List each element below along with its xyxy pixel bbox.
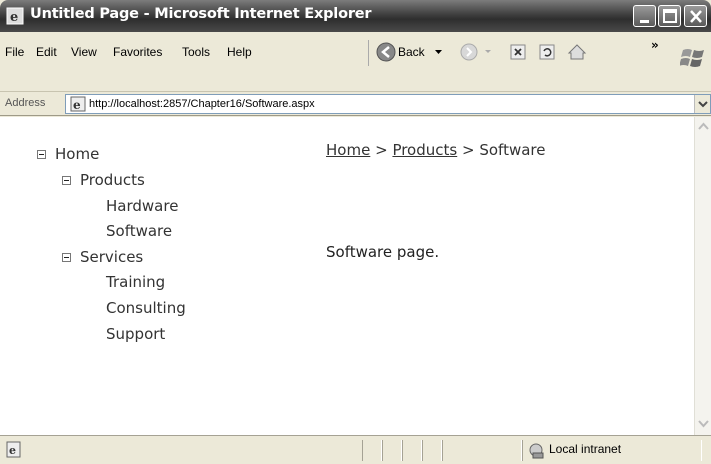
toolbar-overflow-chevron[interactable]: » [651,38,659,52]
address-label: Address [5,97,46,109]
security-zone-label: Local intranet [549,442,622,456]
refresh-icon[interactable] [537,38,557,66]
status-panel [382,440,402,461]
vertical-scrollbar[interactable] [694,117,711,435]
page-body-text: Software page. [326,243,440,261]
menu-view[interactable]: View [71,45,97,59]
breadcrumb-separator: > [375,141,388,159]
address-url: http://localhost:2857/Chapter16/Software… [89,98,315,110]
svg-text:e: e [9,444,16,457]
status-panel [422,440,442,461]
address-dropdown-button[interactable] [694,95,710,113]
title-bar[interactable]: e Untitled Page - Microsoft Internet Exp… [0,0,711,32]
tree-collapse-toggle-products[interactable] [62,176,71,185]
menu-edit[interactable]: Edit [36,45,57,59]
page-icon: e [70,96,86,112]
back-dropdown-icon[interactable] [434,38,444,66]
windows-logo-icon [680,49,704,67]
browser-window: e Untitled Page - Microsoft Internet Exp… [0,0,711,464]
close-icon [690,10,702,23]
svg-text:e: e [10,10,18,25]
breadcrumb-link-products[interactable]: Products [392,141,457,159]
status-panel [442,440,522,461]
tree-node-support[interactable]: Support [106,325,165,343]
scroll-up-arrow-icon[interactable] [696,118,711,135]
menu-tools[interactable]: Tools [182,45,210,59]
breadcrumb-link-home[interactable]: Home [326,141,370,159]
tree-node-home[interactable]: Home [55,145,99,163]
breadcrumb: Home > Products > Software [326,141,545,159]
window-title: Untitled Page - Microsoft Internet Explo… [30,6,372,22]
home-icon[interactable] [566,38,588,66]
status-bar: e Local intranet [0,435,711,464]
scroll-down-arrow-icon[interactable] [696,415,711,432]
breadcrumb-current: Software [479,141,546,159]
back-button[interactable]: Back [398,45,425,59]
tree-node-services[interactable]: Services [80,248,143,266]
maximize-button[interactable] [658,5,681,27]
tree-node-software[interactable]: Software [106,222,172,240]
forward-dropdown-icon[interactable] [484,38,494,66]
minimize-button[interactable] [633,5,656,27]
menu-file[interactable]: File [5,45,24,59]
tree-node-consulting[interactable]: Consulting [106,299,186,317]
tree-node-products[interactable]: Products [80,171,145,189]
tree-node-hardware[interactable]: Hardware [106,197,178,215]
svg-text:e: e [73,98,81,112]
status-panel [402,440,422,461]
tree-collapse-toggle-home[interactable] [37,150,46,159]
forward-arrow-icon[interactable] [459,38,481,66]
menu-help[interactable]: Help [227,45,252,59]
toolbar-separator [368,40,369,66]
menu-bar: File Edit View Favorites Tools Help Back [0,32,711,92]
page-status-icon: e [6,441,21,458]
close-button[interactable] [684,5,707,27]
tree-collapse-toggle-services[interactable] [62,253,71,262]
menu-favorites[interactable]: Favorites [113,45,162,59]
tree-node-training[interactable]: Training [106,273,165,291]
breadcrumb-separator: > [462,141,475,159]
chevron-down-icon [698,101,708,108]
address-input[interactable]: e http://localhost:2857/Chapter16/Softwa… [65,94,711,114]
status-panel [362,440,382,461]
back-arrow-icon[interactable] [375,38,397,66]
page-content: Home Products Hardware Software Services… [0,117,694,435]
ie-logo-icon: e [6,7,24,25]
minimize-icon [640,20,649,23]
maximize-icon [663,9,677,23]
stop-icon[interactable] [508,38,528,66]
address-bar: Address e http://localhost:2857/Chapter1… [0,92,711,116]
intranet-globe-icon [529,443,544,459]
